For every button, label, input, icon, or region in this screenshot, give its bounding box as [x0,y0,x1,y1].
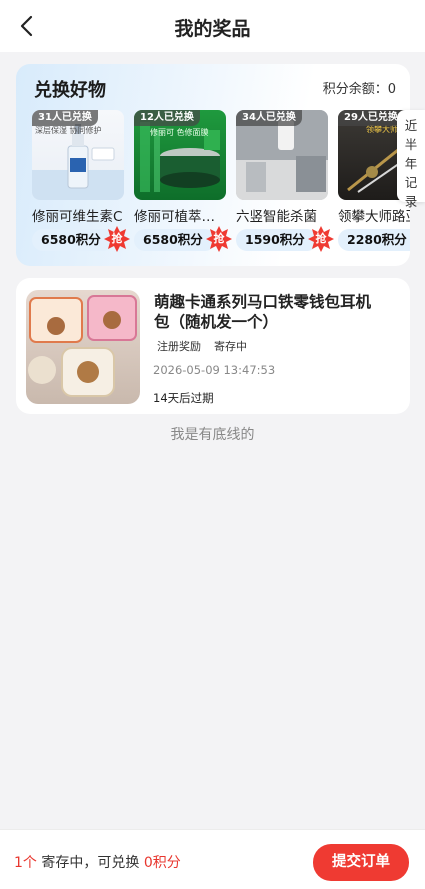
product-name: 六竖智能杀菌 [236,209,317,225]
grab-button[interactable]: 抢 [104,226,130,252]
page-title: 我的奖品 [174,18,251,40]
product-price: 6580积分 [32,229,114,251]
bottom-bar: 1个 寄存中，可兑换 0积分 提交订单 [0,829,425,889]
prize-timestamp: 2026-05-09 13:47:53 [153,363,276,377]
grab-button[interactable]: 抢 [206,226,232,252]
points-balance: 积分余额：0 [322,82,396,97]
submit-order-button[interactable]: 提交订单 [313,844,409,881]
footer-summary: 1个 寄存中，可兑换 0积分 [14,855,181,871]
prize-status-tag: 寄存中 [214,340,247,353]
exchange-count-badge: 29人已兑换 [338,110,404,126]
stored-count: 1个 [14,855,37,871]
history-tab[interactable]: 近 半 年 记 录 [397,110,425,209]
product-card[interactable]: 34人已兑换 六竖智能杀菌 1590积分 抢 [236,110,334,260]
exchange-section: 兑换好物 积分余额：0 深层保湿 协同修护 31人已兑换 修丽可维生素C 658… [16,64,410,266]
prize-item[interactable]: 萌趣卡通系列马口铁零钱包耳机包（随机发一个） 注册奖励 寄存中 2026-05-… [16,278,410,414]
product-price: 6580积分 [134,229,216,251]
top-bar: 我的奖品 [0,0,425,52]
product-name: 修丽可植萃精华 [134,209,226,225]
redeemable-points: 0积分 [143,855,181,871]
grab-button[interactable]: 抢 [308,226,334,252]
product-name: 修丽可维生素C [32,209,123,225]
prize-image [26,290,140,404]
exchange-count-badge: 34人已兑换 [236,110,302,126]
prize-title: 萌趣卡通系列马口铁零钱包耳机包（随机发一个） [154,293,372,331]
product-price: 2280积分 [338,229,410,251]
prize-source-tag: 注册奖励 [157,340,201,353]
list-end-text: 我是有底线的 [170,427,255,443]
product-price: 1590积分 [236,229,318,251]
prize-expiry: 14天后过期 [153,391,214,405]
product-card[interactable]: 深层保湿 协同修护 31人已兑换 修丽可维生素C 6580积分 抢 [32,110,130,260]
exchange-count-badge: 12人已兑换 [134,110,200,126]
exchange-count-badge: 31人已兑换 [32,110,98,126]
exchange-title: 兑换好物 [34,80,106,101]
product-card[interactable]: 修丽可 色修面膜 12人已兑换 修丽可植萃精华 6580积分 抢 [134,110,232,260]
product-carousel[interactable]: 深层保湿 协同修护 31人已兑换 修丽可维生素C 6580积分 抢 修丽可 色修… [32,110,410,260]
